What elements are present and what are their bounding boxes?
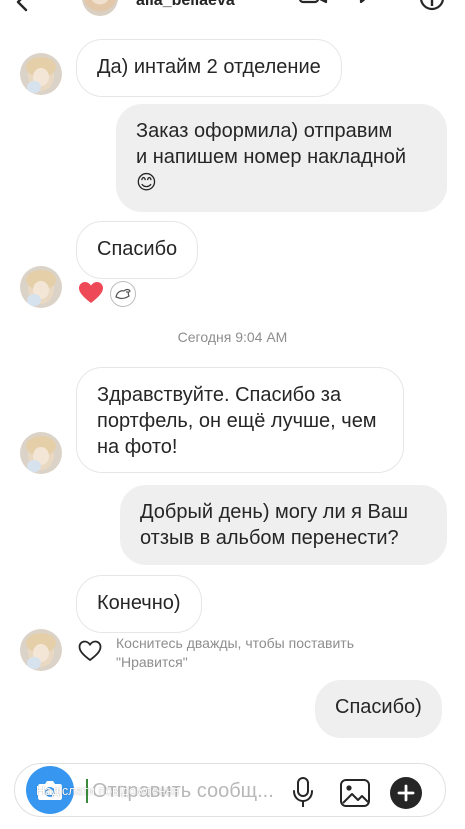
sender-avatar[interactable] [20,432,62,474]
message-timestamp: Сегодня 9:04 AM [177,329,288,345]
composer-overlay-label: Надіслати повідомлення [36,784,180,798]
gallery-icon[interactable] [338,776,372,810]
back-arrow-icon[interactable] [12,0,34,12]
header-avatar[interactable] [82,0,118,16]
incoming-message[interactable]: Да) интайм 2 отделение [76,39,342,97]
sender-avatar[interactable] [20,629,62,671]
avatar-photo-icon [20,432,62,474]
plus-button[interactable] [390,777,422,809]
chat-header: alla_bellaeva [0,0,465,22]
plus-icon [397,784,415,802]
outgoing-message[interactable]: Заказ оформила) отправим и напишем номер… [116,104,447,212]
video-call-icon[interactable] [298,0,328,10]
outgoing-message[interactable]: Добрый день) могу ли я Ваш отзыв в альбо… [120,485,447,565]
details-icon[interactable] [418,0,446,14]
header-username[interactable]: alla_bellaeva [136,0,235,10]
double-tap-like-hint: Коснитесь дважды, чтобы поставить "Нрави… [116,635,355,670]
sender-avatar[interactable] [20,266,62,308]
incoming-message[interactable]: Здравствуйте. Спасибо за портфель, он ещ… [76,367,404,473]
avatar-photo-icon [20,629,62,671]
outgoing-message[interactable]: Спасибо) [315,680,442,738]
animal-sticker-icon[interactable] [110,281,136,307]
microphone-icon[interactable] [290,776,316,810]
sender-avatar[interactable] [20,53,62,95]
heart-outline-icon[interactable] [78,640,102,662]
incoming-message[interactable]: Конечно) [76,575,202,633]
avatar-photo-icon [20,53,62,95]
info-icon[interactable] [358,0,386,10]
avatar-photo-icon [20,266,62,308]
incoming-message[interactable]: Спасибо [76,221,199,279]
red-heart-icon[interactable] [78,281,104,305]
